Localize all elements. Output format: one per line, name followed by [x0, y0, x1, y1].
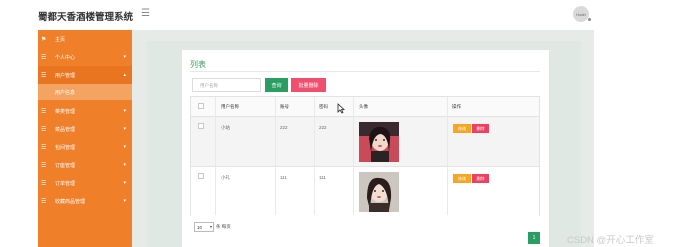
list-icon: ☰	[41, 198, 47, 205]
chevron-down-icon: ▾	[123, 180, 126, 186]
sidebar-item-label: 菜类管理	[55, 108, 76, 115]
sidebar-item-reservation-management[interactable]: ☰ 订座管理 ▾	[38, 156, 132, 174]
cell-account: 111	[280, 175, 287, 180]
delete-button[interactable]: 删除	[472, 174, 489, 183]
cell-password: 222	[319, 125, 327, 130]
hamburger-icon[interactable]: ☰	[141, 8, 150, 19]
list-icon: ☰	[41, 162, 47, 169]
chevron-down-icon: ▾	[123, 144, 126, 150]
sidebar-item-room-management[interactable]: ☰ 包间管理 ▾	[38, 138, 132, 156]
sidebar-item-order-management[interactable]: ☰ 订单管理 ▾	[38, 174, 132, 192]
list-icon: ☰	[41, 108, 47, 115]
bulk-delete-button[interactable]: 批量删除	[291, 78, 326, 92]
column-header: 用户名称	[221, 104, 239, 109]
avatar-photo	[359, 172, 399, 212]
column-divider	[447, 97, 448, 215]
chevron-down-icon: ▾	[123, 126, 126, 132]
mouse-cursor-icon	[337, 103, 345, 114]
cell-username: 小礼	[221, 175, 230, 180]
chevron-down-icon: ▾	[209, 224, 212, 229]
app-window: 蜀都天香酒楼管理系统 ☰ Hoah ⚑ 主页 ☰ 个人中心 ▾ ☰ 用户管理 ▴…	[0, 0, 685, 247]
sidebar-item-label: 包间管理	[55, 144, 76, 151]
page-title: 列表	[190, 60, 206, 69]
row-checkbox[interactable]	[198, 173, 204, 179]
cell-password: 111	[319, 175, 326, 180]
column-header: 头像	[359, 104, 368, 109]
page-size-label: 条 每页	[216, 224, 231, 229]
avatar-dropdown-icon[interactable]	[588, 18, 591, 21]
user-table: 用户名称 账号 密码 头像 操作 小站 222 222 修改 删除 小礼 111…	[190, 96, 540, 217]
column-divider	[314, 97, 315, 215]
list-icon: ☰	[41, 144, 47, 151]
chevron-up-icon: ▴	[123, 72, 126, 78]
sidebar-item-label: 订座管理	[55, 162, 76, 169]
flag-icon: ⚑	[41, 36, 47, 43]
sidebar-subitem-label: 用户信息	[55, 89, 76, 96]
page-size-select[interactable]: 10 ▾	[194, 222, 214, 232]
chevron-down-icon: ▾	[123, 54, 126, 60]
list-icon: ☰	[41, 180, 47, 187]
avatar-photo	[359, 122, 399, 162]
sidebar-item-label: 订单管理	[55, 180, 76, 187]
page-button-current[interactable]: 1	[528, 232, 540, 244]
title-divider	[190, 71, 540, 72]
edit-button[interactable]: 修改	[453, 124, 471, 133]
row-checkbox[interactable]	[198, 123, 204, 129]
chevron-down-icon: ▾	[123, 108, 126, 114]
list-icon: ☰	[41, 54, 47, 61]
search-input[interactable]	[192, 78, 261, 92]
cell-username: 小站	[221, 125, 230, 130]
top-header: 蜀都天香酒楼管理系统 ☰ Hoah	[38, 0, 594, 30]
sidebar: ⚑ 主页 ☰ 个人中心 ▾ ☰ 用户管理 ▴ 用户信息 ☰ 菜类管理 ▾ ☰ 菜…	[38, 30, 132, 247]
column-header: 操作	[452, 104, 461, 109]
sidebar-item-dish-management[interactable]: ☰ 菜品管理 ▾	[38, 120, 132, 138]
sidebar-item-user-management[interactable]: ☰ 用户管理 ▴	[38, 66, 132, 84]
column-divider	[215, 97, 216, 215]
column-header: 密码	[319, 104, 328, 109]
avatar[interactable]: Hoah	[573, 6, 589, 22]
sidebar-item-dish-category[interactable]: ☰ 菜类管理 ▾	[38, 102, 132, 120]
sidebar-item-label: 个人中心	[55, 54, 76, 61]
column-header: 账号	[280, 104, 289, 109]
chevron-down-icon: ▾	[123, 162, 126, 168]
sidebar-item-favorites-management[interactable]: ☰ 收藏商品管理 ▾	[38, 192, 132, 210]
column-divider	[353, 97, 354, 215]
sidebar-item-label: 用户管理	[55, 72, 76, 79]
edit-button[interactable]: 修改	[453, 174, 471, 183]
table-row: 小礼 111 111 修改 删除	[191, 167, 539, 217]
csdn-watermark: CSDN @开心工作室	[567, 235, 654, 246]
table-header: 用户名称 账号 密码 头像 操作	[191, 97, 539, 117]
delete-button[interactable]: 删除	[472, 124, 489, 133]
select-all-checkbox[interactable]	[198, 103, 204, 109]
search-button[interactable]: 查询	[265, 78, 288, 92]
table-row: 小站 222 222 修改 删除	[191, 117, 539, 167]
app-title: 蜀都天香酒楼管理系统	[38, 12, 134, 23]
cell-account: 222	[280, 125, 288, 130]
sidebar-item-label: 主页	[55, 36, 66, 43]
list-icon: ☰	[41, 72, 47, 79]
list-icon: ☰	[41, 126, 47, 133]
sidebar-item-personal-center[interactable]: ☰ 个人中心 ▾	[38, 48, 132, 66]
sidebar-item-label: 菜品管理	[55, 126, 76, 133]
sidebar-item-home[interactable]: ⚑ 主页	[38, 30, 132, 48]
chevron-down-icon: ▾	[123, 198, 126, 204]
sidebar-subitem-user-info[interactable]: 用户信息	[38, 84, 132, 100]
column-divider	[275, 97, 276, 215]
page-size-value: 10	[197, 224, 203, 230]
sidebar-item-label: 收藏商品管理	[55, 198, 86, 205]
